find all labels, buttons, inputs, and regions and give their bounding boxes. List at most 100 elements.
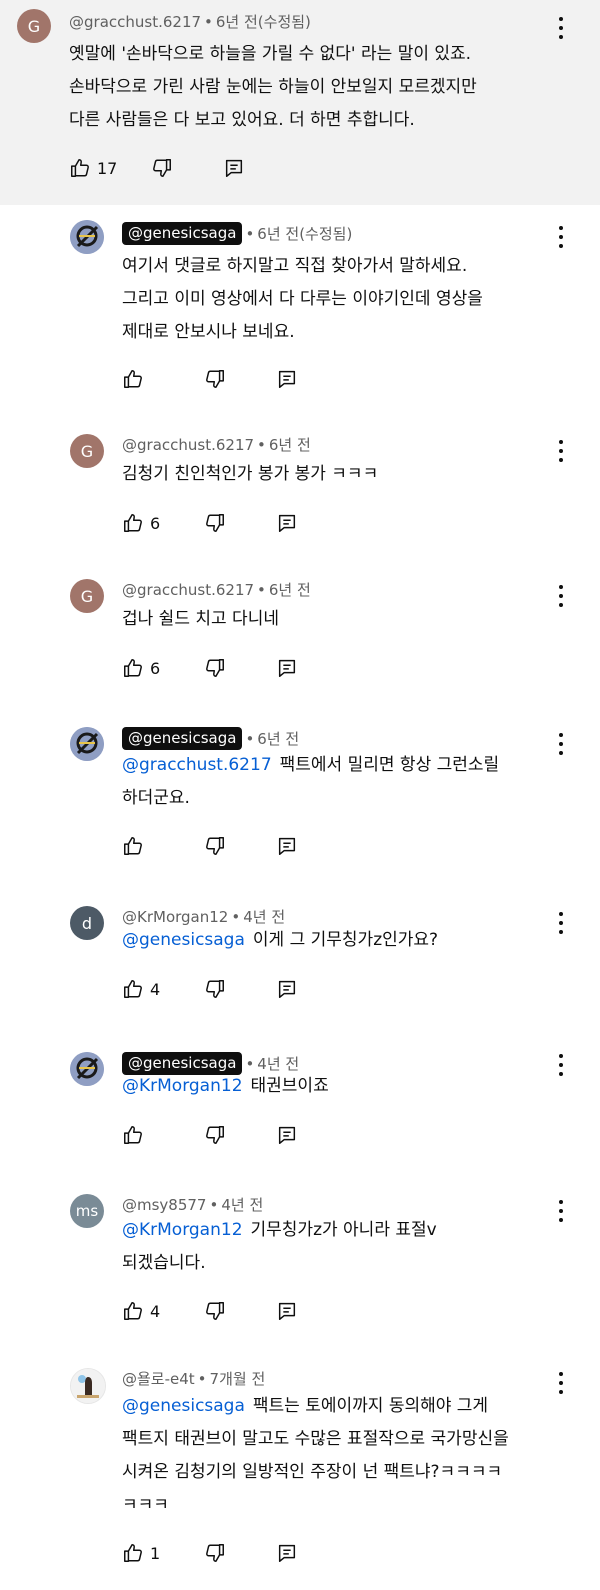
avatar[interactable]: G xyxy=(17,9,51,43)
dislike-button[interactable] xyxy=(204,1300,226,1322)
like-button[interactable]: 4 xyxy=(122,978,160,1000)
like-button[interactable]: 6 xyxy=(122,657,160,679)
author-name[interactable]: @gracchust.6217 xyxy=(122,436,254,454)
channel-logo-icon xyxy=(70,220,104,254)
comment-header: @욜로-e4t • 7개월 전 xyxy=(122,1368,265,1389)
separator: • xyxy=(209,1195,219,1214)
dislike-button[interactable] xyxy=(151,157,173,179)
comment-line: @gracchust.6217 팩트에서 밀리면 항상 그런소릴 xyxy=(122,749,499,782)
comment-actions xyxy=(122,368,322,392)
comment-line: 여기서 댓글로 하지말고 직접 찾아가서 말하세요. xyxy=(122,256,468,276)
avatar[interactable]: ms xyxy=(70,1194,104,1228)
comment-text: @genesicsaga 이게 그 기무칭가z인가요? xyxy=(122,924,438,957)
timestamp[interactable]: 4년 전 xyxy=(221,1194,263,1215)
more-icon[interactable] xyxy=(558,226,564,248)
reply-button[interactable] xyxy=(276,835,298,857)
reply-button[interactable] xyxy=(276,368,298,390)
more-icon[interactable] xyxy=(558,1200,564,1222)
comment-text: @gracchust.6217 팩트에서 밀리면 항상 그런소릴 하더군요. xyxy=(122,749,499,815)
reply-button[interactable] xyxy=(276,1124,298,1146)
more-icon[interactable] xyxy=(558,585,564,607)
more-icon[interactable] xyxy=(558,912,564,934)
avatar[interactable] xyxy=(70,1368,106,1404)
author-name[interactable]: @genesicsaga xyxy=(122,222,243,245)
comment-actions: 1 xyxy=(122,1542,322,1566)
comment-line: 하더군요. xyxy=(122,788,190,808)
more-icon[interactable] xyxy=(558,1054,564,1076)
separator: • xyxy=(231,907,241,926)
comment-actions: 4 xyxy=(122,978,322,1002)
separator: • xyxy=(197,1369,207,1388)
more-icon[interactable] xyxy=(558,440,564,462)
comment-actions: 4 xyxy=(122,1300,322,1324)
comment-actions xyxy=(122,1124,322,1148)
reply-button[interactable] xyxy=(276,512,298,534)
author-name[interactable]: @genesicsaga xyxy=(122,727,243,750)
avatar[interactable] xyxy=(70,727,104,761)
author-name[interactable]: @msy8577 xyxy=(122,1196,206,1214)
author-name[interactable]: @gracchust.6217 xyxy=(122,581,254,599)
comment-line: 되겠습니다. xyxy=(122,1253,206,1273)
dislike-button[interactable] xyxy=(204,657,226,679)
mention-link[interactable]: @genesicsaga xyxy=(122,1396,245,1416)
avatar[interactable]: G xyxy=(70,434,104,468)
dislike-button[interactable] xyxy=(204,1124,226,1146)
timestamp[interactable]: 7개월 전 xyxy=(210,1368,266,1389)
like-button[interactable]: 17 xyxy=(69,157,117,179)
comment-line: 김청기 친인척인가 봉가 봉가 ㅋㅋㅋ xyxy=(122,464,379,484)
like-button[interactable] xyxy=(122,1124,144,1146)
timestamp[interactable]: 6년 전(수정됨) xyxy=(257,223,352,244)
more-icon[interactable] xyxy=(558,733,564,755)
reply-button[interactable] xyxy=(276,978,298,1000)
like-button[interactable]: 4 xyxy=(122,1300,160,1322)
like-button[interactable] xyxy=(122,835,144,857)
reply-button[interactable] xyxy=(223,157,245,179)
avatar[interactable]: G xyxy=(70,579,104,613)
comment-actions: 6 xyxy=(122,512,322,536)
dislike-icon xyxy=(206,980,224,998)
avatar[interactable] xyxy=(70,1052,104,1086)
like-icon xyxy=(124,1544,142,1562)
timestamp[interactable]: 6년 전 xyxy=(269,434,311,455)
more-icon[interactable] xyxy=(558,17,564,39)
comment-actions: 17 xyxy=(69,157,269,181)
reply-icon xyxy=(278,1302,296,1320)
reply-icon xyxy=(278,514,296,532)
comment-text: @KrMorgan12 태권브이죠 xyxy=(122,1070,329,1103)
mention-link[interactable]: @genesicsaga xyxy=(122,930,245,950)
mention-link[interactable]: @KrMorgan12 xyxy=(122,1076,243,1096)
reply-icon xyxy=(278,837,296,855)
like-button[interactable]: 1 xyxy=(122,1542,160,1564)
reply-button[interactable] xyxy=(276,1300,298,1322)
timestamp[interactable]: 6년 전 xyxy=(257,728,299,749)
timestamp[interactable]: 6년 전 xyxy=(269,579,311,600)
like-button[interactable] xyxy=(122,368,144,390)
comment-line-text: 팩트는 토에이까지 동의해야 그게 xyxy=(252,1396,489,1416)
more-icon[interactable] xyxy=(558,1372,564,1394)
reply-button[interactable] xyxy=(276,1542,298,1564)
comment-header: @genesicsaga • 6년 전(수정됨) xyxy=(122,222,352,245)
comment-line: 시켜온 김청기의 일방적인 주장이 넌 팩트냐?ㅋㅋㅋㅋ xyxy=(122,1462,503,1482)
dislike-button[interactable] xyxy=(204,1542,226,1564)
like-button[interactable]: 6 xyxy=(122,512,160,534)
dislike-button[interactable] xyxy=(204,368,226,390)
avatar[interactable] xyxy=(70,220,104,254)
avatar[interactable]: d xyxy=(70,906,104,940)
like-count: 6 xyxy=(150,658,161,678)
comment-text: 겁나 쉴드 치고 다니네 xyxy=(122,603,279,636)
author-name[interactable]: @욜로-e4t xyxy=(122,1368,195,1389)
mention-link[interactable]: @KrMorgan12 xyxy=(122,1220,243,1240)
comment-line: @KrMorgan12 기무칭가z가 아니라 표절v xyxy=(122,1214,437,1247)
author-name[interactable]: @gracchust.6217 xyxy=(69,13,201,31)
comment-header: @gracchust.6217 • 6년 전(수정됨) xyxy=(69,11,311,32)
dislike-button[interactable] xyxy=(204,512,226,534)
reply-button[interactable] xyxy=(276,657,298,679)
comment-line: @KrMorgan12 태권브이죠 xyxy=(122,1070,329,1103)
like-icon xyxy=(124,370,142,388)
mention-link[interactable]: @gracchust.6217 xyxy=(122,755,272,775)
dislike-button[interactable] xyxy=(204,978,226,1000)
dislike-button[interactable] xyxy=(204,835,226,857)
author-name[interactable]: @KrMorgan12 xyxy=(122,908,228,926)
comment-line: 제대로 안보시나 보네요. xyxy=(122,322,295,342)
timestamp[interactable]: 6년 전(수정됨) xyxy=(216,11,311,32)
